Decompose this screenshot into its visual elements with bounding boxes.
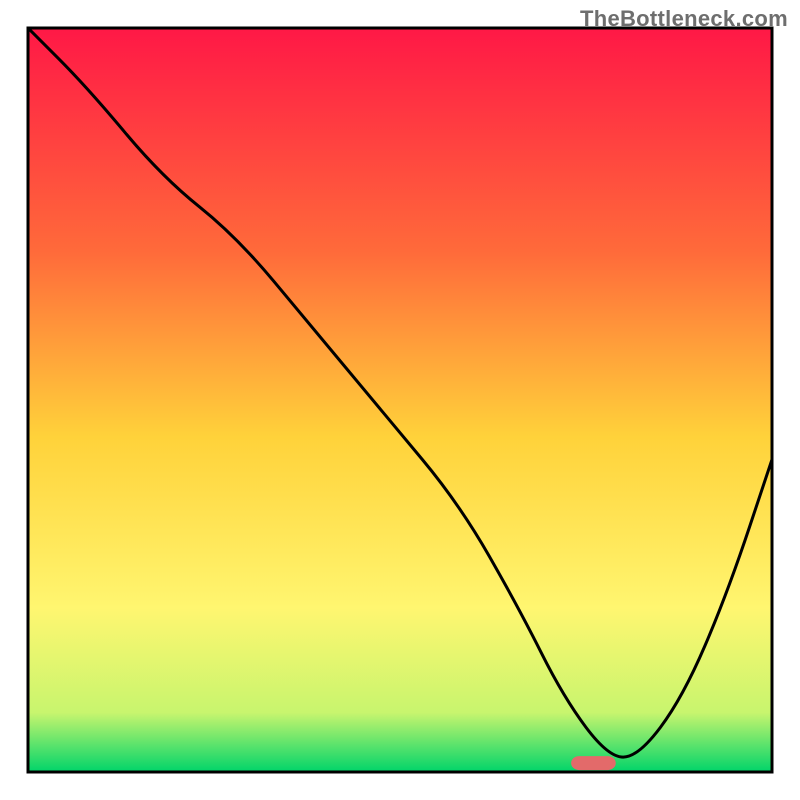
chart-background-gradient bbox=[28, 28, 772, 772]
watermark-text: TheBottleneck.com bbox=[580, 6, 788, 32]
bottleneck-chart: TheBottleneck.com bbox=[0, 0, 800, 800]
chart-svg bbox=[0, 0, 800, 800]
optimal-zone-marker bbox=[571, 756, 616, 770]
